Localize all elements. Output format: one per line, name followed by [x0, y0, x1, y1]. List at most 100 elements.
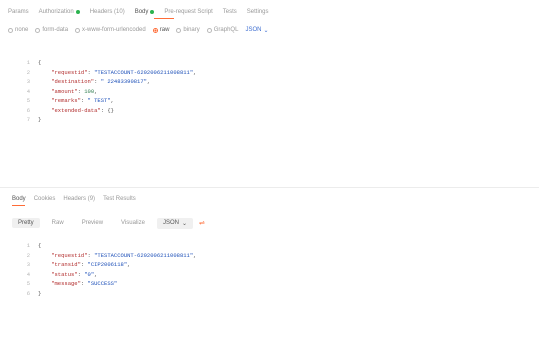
tab-label: Params: [8, 9, 29, 15]
view-pretty-button[interactable]: Pretty: [12, 218, 40, 228]
request-body-line: 7}: [0, 115, 539, 125]
line-number: 2: [26, 68, 30, 76]
json-key: "requestid": [51, 68, 88, 76]
body-type-x-www-form-urlencoded[interactable]: x-www-form-urlencoded: [75, 27, 146, 33]
radio-button-icon: [8, 27, 13, 33]
json-value: " 22483390817": [100, 78, 147, 86]
request-body-line: 5 "remarks": " TEST",: [0, 96, 539, 106]
code-content: "requestid": "TESTACCOUNT-62020062110088…: [51, 68, 197, 76]
code-content: "transid": "CIP2006118",: [51, 261, 131, 269]
body-format-select[interactable]: JSON ⌄: [245, 27, 268, 34]
json-value: "TESTACCOUNT-6202006211008811": [94, 68, 194, 76]
json-key: "extended-data": [51, 106, 101, 114]
line-number: 2: [26, 251, 30, 259]
line-number: 5: [26, 97, 30, 105]
status-dot-icon: [150, 10, 155, 14]
json-brace: }: [38, 289, 42, 297]
json-key: "amount": [51, 87, 78, 95]
json-brace: {: [38, 59, 42, 67]
status-dot-icon: [75, 10, 80, 14]
radio-button-icon: [176, 27, 182, 33]
response-tab-cookies[interactable]: Cookies: [34, 196, 56, 202]
tab-params[interactable]: Params: [8, 9, 29, 15]
body-type-label: x-www-form-urlencoded: [82, 27, 146, 33]
request-body-line: 1{: [0, 58, 539, 68]
json-key: "message": [51, 280, 81, 288]
body-format-value: JSON: [245, 27, 262, 33]
view-preview-button[interactable]: Preview: [76, 218, 109, 228]
body-type-none[interactable]: none: [8, 27, 28, 33]
code-content: "destination": " 22483390817",: [51, 78, 151, 86]
line-number: 4: [26, 87, 30, 95]
request-body-line: 3 "destination": " 22483390817",: [0, 77, 539, 87]
code-content: "amount": 100,: [51, 87, 98, 95]
pane-divider[interactable]: [0, 187, 539, 188]
json-key: "destination": [51, 78, 95, 86]
json-key: "status": [51, 270, 78, 278]
request-body-line: 6 "extended-data": {}: [0, 106, 539, 116]
tab-authorization[interactable]: Authorization: [39, 9, 80, 15]
json-value: {}: [107, 106, 114, 114]
body-type-label: form-data: [42, 27, 69, 33]
line-number: 3: [26, 261, 30, 269]
view-visualize-button[interactable]: Visualize: [115, 218, 151, 228]
chevron-down-icon: ⌄: [181, 220, 187, 227]
tab-label: Pre-request Script: [164, 9, 213, 15]
response-body-line: 6}: [0, 289, 539, 299]
response-tab-body[interactable]: Body: [12, 196, 26, 202]
request-tabs: Params Authorization Headers (10) Body Pre-r…: [8, 6, 268, 18]
body-type-raw[interactable]: raw: [152, 27, 169, 33]
json-value: "CIP2006118": [87, 261, 128, 269]
response-tab-test-results[interactable]: Test Results: [103, 196, 136, 202]
line-number: 7: [26, 116, 30, 124]
tab-body[interactable]: Body: [135, 9, 155, 15]
response-format-value: JSON: [162, 220, 179, 226]
code-content: }: [38, 290, 41, 297]
json-key: "remarks": [51, 97, 81, 105]
line-number: 1: [26, 242, 30, 250]
request-body-line: 2 "requestid": "TESTACCOUNT-620200621100…: [0, 68, 539, 78]
code-content: }: [38, 116, 41, 123]
tab-label: Headers (10): [89, 9, 125, 15]
tab-pre-request-script[interactable]: Pre-request Script: [164, 9, 212, 15]
json-value: "SUCCESS": [87, 280, 118, 288]
tab-settings[interactable]: Settings: [247, 9, 269, 15]
code-content: "status": "0",: [51, 270, 98, 278]
line-number: 6: [26, 106, 30, 114]
request-body-editor[interactable]: 1{2 "requestid": "TESTACCOUNT-6202006211…: [0, 58, 539, 125]
response-body-line: 4 "status": "0",: [0, 270, 539, 280]
line-number: 4: [26, 270, 30, 278]
json-brace: }: [38, 116, 42, 124]
response-body-line: 1{: [0, 241, 539, 251]
body-type-binary[interactable]: binary: [176, 27, 200, 33]
line-number: 3: [26, 78, 30, 86]
chevron-down-icon: ⌄: [263, 27, 269, 34]
code-content: "requestid": "TESTACCOUNT-62020062110088…: [51, 251, 197, 259]
response-body-viewer[interactable]: 1{2 "requestid": "TESTACCOUNT-6202006211…: [0, 241, 539, 298]
body-type-label: GraphQL: [213, 27, 239, 33]
response-toolbar: Pretty Raw Preview Visualize JSON ⌄ ⇌: [12, 216, 205, 230]
code-content: {: [38, 59, 41, 66]
json-value: " TEST": [87, 97, 111, 105]
tab-tests[interactable]: Tests: [223, 9, 237, 15]
response-tab-headers-9[interactable]: Headers (9): [63, 196, 95, 202]
request-body-line: 4 "amount": 100,: [0, 87, 539, 97]
line-number: 6: [26, 289, 30, 297]
json-value: 100: [84, 87, 95, 95]
body-type-options: none form-data x-www-form-urlencoded raw bin…: [8, 24, 268, 36]
wrap-lines-icon[interactable]: ⇌: [199, 219, 205, 227]
response-format-select[interactable]: JSON ⌄: [156, 217, 193, 229]
body-type-form-data[interactable]: form-data: [35, 27, 68, 33]
code-content: "remarks": " TEST",: [51, 97, 114, 105]
json-key: "requestid": [51, 251, 88, 259]
response-body-line: 2 "requestid": "TESTACCOUNT-620200621100…: [0, 251, 539, 261]
view-raw-button[interactable]: Raw: [46, 218, 70, 228]
radio-button-icon: [206, 27, 212, 33]
json-key: "transid": [51, 261, 81, 269]
body-type-label: none: [15, 27, 29, 33]
body-type-graphql[interactable]: GraphQL: [206, 27, 239, 33]
json-value: "TESTACCOUNT-6202006211008811": [94, 251, 194, 259]
tab-headers-10[interactable]: Headers (10): [90, 9, 125, 15]
tab-label: Settings: [246, 9, 269, 15]
active-tab-indicator: [154, 18, 174, 19]
